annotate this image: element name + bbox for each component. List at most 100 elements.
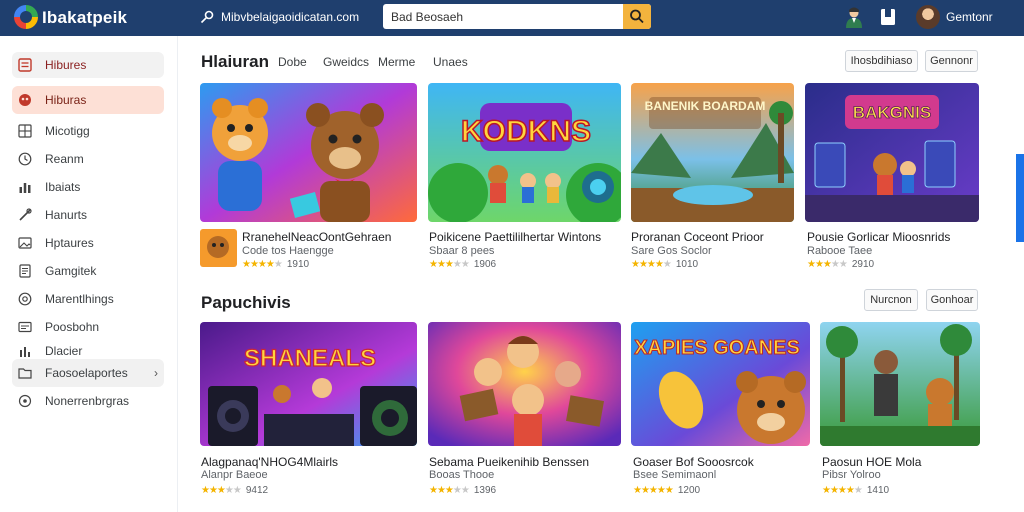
sidebar-item-label: Micotigg bbox=[45, 124, 90, 138]
sidebar-item-label: Hptaures bbox=[45, 236, 94, 250]
key-icon bbox=[200, 10, 214, 24]
star-rating: ★★★★★ bbox=[242, 259, 283, 270]
game-subtitle: Code tos Haengge bbox=[242, 245, 334, 257]
avatar[interactable] bbox=[916, 5, 940, 29]
sidebar-item-label: Faosoelaportes bbox=[45, 366, 128, 380]
sidebar-item-label: Ibaiats bbox=[45, 180, 81, 194]
sidebar-item-hibures[interactable]: Hibures bbox=[12, 52, 164, 78]
rating-count: 9412 bbox=[245, 485, 269, 496]
tab-unaes[interactable]: Unaes bbox=[433, 55, 468, 69]
top-bar: Ibakatpeik Mibvbelaigaoidicatan.com Gemt… bbox=[0, 0, 1024, 36]
star-rating: ★★★★★ bbox=[631, 259, 672, 270]
sidebar-item-faosoelaportes[interactable]: Faosoelaportes › bbox=[12, 359, 164, 387]
app-name[interactable]: Ibakatpeik bbox=[42, 8, 127, 28]
game-card-image[interactable]: SHANEALS bbox=[200, 322, 417, 446]
sidebar-item-marentlhings[interactable]: Marentlhings bbox=[12, 286, 164, 312]
bars-icon bbox=[20, 347, 30, 357]
game-icon bbox=[19, 94, 31, 106]
game-rating: ★★★★★ 1906 bbox=[429, 259, 496, 270]
game-subtitle: Booas Thooe bbox=[429, 469, 495, 481]
game-title[interactable]: Poikicene Paettililhertar Wintons bbox=[429, 230, 601, 244]
search-box bbox=[383, 4, 651, 29]
game-card-image[interactable]: BANENIK BOARDAM bbox=[631, 83, 794, 222]
game-rating: ★★★★★ 1396 bbox=[429, 485, 496, 496]
more-button[interactable]: Gonhoar bbox=[926, 289, 978, 311]
game-rating: ★★★★★ 2910 bbox=[807, 259, 874, 270]
sidebar: Hibures Hiburas Micotigg Reanm Ibaiats H… bbox=[0, 36, 178, 512]
more-button[interactable]: Gennonr bbox=[925, 50, 978, 72]
sidebar-item-label: Reanm bbox=[45, 152, 84, 166]
site-url[interactable]: Mibvbelaigaoidicatan.com bbox=[221, 10, 359, 24]
chevron-right-icon: › bbox=[154, 366, 158, 380]
star-rating: ★★★★★ bbox=[633, 485, 674, 496]
sidebar-item-gamgitek[interactable]: Gamgitek bbox=[12, 258, 164, 284]
sidebar-item-nonerrenbrgras[interactable]: Nonerrenbrgras bbox=[12, 388, 164, 414]
game-title[interactable]: Proranan Coceont Prioor bbox=[631, 230, 764, 244]
rating-count: 2910 bbox=[851, 259, 875, 270]
game-card-image[interactable]: KODKNS bbox=[428, 83, 621, 222]
game-art-title: BAKGNIS bbox=[853, 103, 931, 122]
search-input[interactable] bbox=[389, 4, 621, 29]
rating-count: 1010 bbox=[675, 259, 699, 270]
game-subtitle: Sare Gos Soclor bbox=[631, 245, 712, 257]
game-card-image[interactable] bbox=[428, 322, 621, 446]
game-title[interactable]: Goaser Bof Sooosrcok bbox=[633, 455, 754, 469]
sidebar-item-label: Marentlhings bbox=[45, 292, 114, 306]
rating-count: 1410 bbox=[866, 485, 890, 496]
star-rating: ★★★★★ bbox=[429, 259, 470, 270]
sidebar-item-poosbohn[interactable]: Poosbohn bbox=[12, 314, 164, 340]
game-title[interactable]: Sebama Pueikenihib Benssen bbox=[429, 455, 589, 469]
settings-icon bbox=[18, 394, 32, 408]
doc-icon bbox=[19, 264, 31, 278]
user-name[interactable]: Gemtonr bbox=[946, 10, 993, 24]
rating-count: 1910 bbox=[286, 259, 310, 270]
filter-button[interactable]: Nurcnon bbox=[864, 289, 918, 311]
game-card-image[interactable] bbox=[200, 83, 417, 222]
search-button[interactable] bbox=[623, 4, 651, 29]
grid-icon bbox=[18, 124, 32, 138]
sidebar-item-ibaiats[interactable]: Ibaiats bbox=[12, 174, 164, 200]
game-thumbnail[interactable] bbox=[200, 229, 237, 267]
game-art-title: KODKNS bbox=[461, 115, 591, 148]
sidebar-item-micotigg[interactable]: Micotigg bbox=[12, 118, 164, 144]
game-subtitle: Pibsr Yolroo bbox=[822, 469, 881, 481]
game-card-image[interactable]: XAPIES GOANES bbox=[631, 322, 810, 446]
sidebar-item-label: Gamgitek bbox=[45, 264, 97, 278]
sidebar-item-hanurts[interactable]: Hanurts bbox=[12, 202, 164, 228]
sidebar-item-hptaures[interactable]: Hptaures bbox=[12, 230, 164, 256]
game-subtitle: Bsee Semimaonl bbox=[633, 469, 717, 481]
wrench-icon bbox=[19, 208, 32, 221]
target-icon bbox=[18, 292, 32, 306]
tab-merme[interactable]: Merme bbox=[378, 55, 415, 69]
game-title[interactable]: Alagpanaq'NHOG4Mlairls bbox=[201, 455, 338, 469]
card-icon bbox=[18, 321, 32, 333]
game-subtitle: Alanpr Baeoe bbox=[201, 469, 268, 481]
rating-count: 1396 bbox=[473, 485, 497, 496]
tab-dobe[interactable]: Dobe bbox=[278, 55, 307, 69]
tab-gweidcs[interactable]: Gweidcs bbox=[323, 55, 369, 69]
bookmark-icon[interactable] bbox=[877, 6, 899, 28]
filter-button[interactable]: Ihosbdihiaso bbox=[845, 50, 918, 72]
sidebar-item-label: Hibures bbox=[45, 58, 87, 72]
sidebar-item-label: Poosbohn bbox=[45, 320, 100, 334]
game-art-title: XAPIES GOANES bbox=[634, 337, 800, 359]
game-card-image[interactable] bbox=[820, 322, 980, 446]
profile-character-icon[interactable] bbox=[843, 6, 865, 28]
star-rating: ★★★★★ bbox=[201, 485, 242, 496]
app-logo-icon[interactable] bbox=[14, 5, 38, 29]
sidebar-item-label: Dlacier bbox=[45, 344, 83, 358]
sidebar-item-label: Hiburas bbox=[45, 93, 87, 107]
game-title[interactable]: Pousie Gorlicar Mioosnrids bbox=[807, 230, 950, 244]
folder-icon bbox=[18, 368, 32, 379]
star-rating: ★★★★★ bbox=[822, 485, 863, 496]
scrollbar[interactable] bbox=[1016, 154, 1024, 242]
game-title[interactable]: RranehelNeacOontGehraen bbox=[242, 230, 391, 244]
game-title[interactable]: Paosun HOE Mola bbox=[822, 455, 921, 469]
section-title: Hlaiuran bbox=[201, 52, 270, 71]
image-icon bbox=[18, 237, 32, 249]
game-art-title: BANENIK BOARDAM bbox=[645, 99, 766, 113]
game-card-image[interactable]: BAKGNIS bbox=[805, 83, 979, 222]
sidebar-item-reanm[interactable]: Reanm bbox=[12, 146, 164, 172]
game-rating: ★★★★★ 1410 bbox=[822, 485, 889, 496]
sidebar-item-hiburas[interactable]: Hiburas bbox=[12, 86, 164, 114]
